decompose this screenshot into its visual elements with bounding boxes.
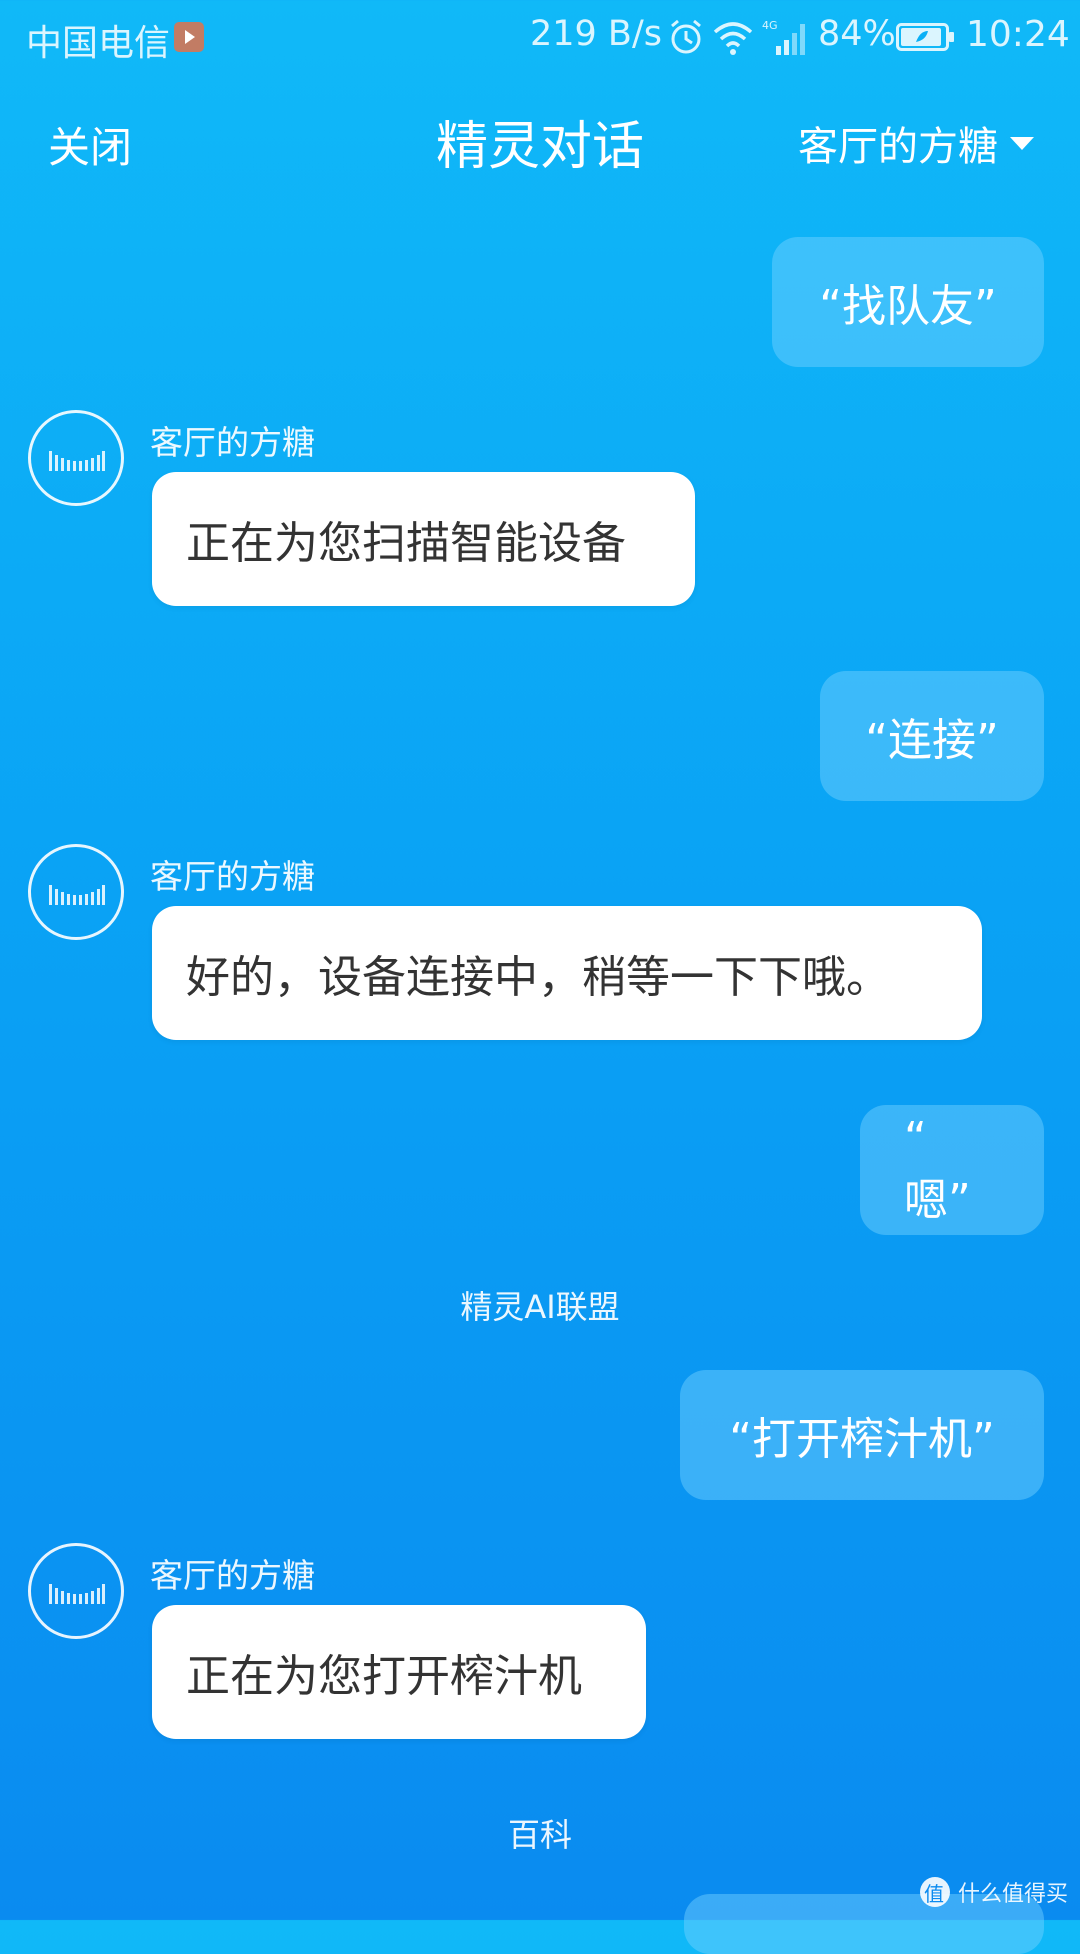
carrier-name: 中国电信: [26, 23, 171, 64]
bot-message: 正在为您打开榨汁机: [152, 1605, 646, 1739]
network-speed: 219 B/s: [530, 14, 662, 54]
bot-name: 客厅的方糖: [150, 1556, 315, 1595]
user-message: “找队友”: [772, 237, 1044, 367]
close-button[interactable]: 关闭: [48, 114, 132, 175]
bot-message: 好的，设备连接中，稍等一下下哦。: [152, 906, 982, 1040]
avatar: [28, 1543, 124, 1639]
watermark-text: 什么值得买: [957, 1882, 1068, 1907]
skill-section-label: 精灵AI联盟: [460, 1288, 620, 1326]
chevron-down-icon: [1010, 136, 1034, 150]
avatar: [28, 410, 124, 506]
bot-name: 客厅的方糖: [150, 423, 315, 462]
tmall-genie-icon: [49, 885, 105, 905]
user-message: “打开榨汁机”: [680, 1370, 1044, 1500]
network-type-label: 4G: [762, 19, 778, 32]
bot-message: 正在为您扫描智能设备: [152, 472, 695, 606]
clock: 10:24: [966, 14, 1070, 55]
avatar: [28, 844, 124, 940]
smzdm-logo-icon: [919, 1877, 950, 1907]
user-message: “ 嗯”: [860, 1105, 1044, 1235]
skill-section-label: 百科: [507, 1816, 572, 1854]
alarm-icon: [671, 19, 701, 54]
user-message: “连接”: [820, 671, 1044, 801]
device-selector[interactable]: 客厅的方糖: [798, 114, 1034, 172]
signal-icon: 4G: [762, 19, 805, 55]
status-bar: 中国电信 219 B/s 4G 84% 10:24: [0, 0, 1080, 76]
battery-percentage: 84%: [818, 14, 896, 54]
nav-bar: 关闭 精灵对话 客厅的方糖: [0, 92, 1080, 192]
device-selector-label: 客厅的方糖: [798, 124, 998, 170]
bot-name: 客厅的方糖: [150, 857, 315, 896]
watermark: 什么值得买: [919, 1876, 1068, 1908]
wifi-icon: [713, 22, 753, 55]
play-badge-icon: [174, 22, 204, 52]
tmall-genie-icon: [49, 1584, 105, 1604]
battery-icon: [896, 23, 954, 51]
tmall-genie-icon: [49, 451, 105, 471]
